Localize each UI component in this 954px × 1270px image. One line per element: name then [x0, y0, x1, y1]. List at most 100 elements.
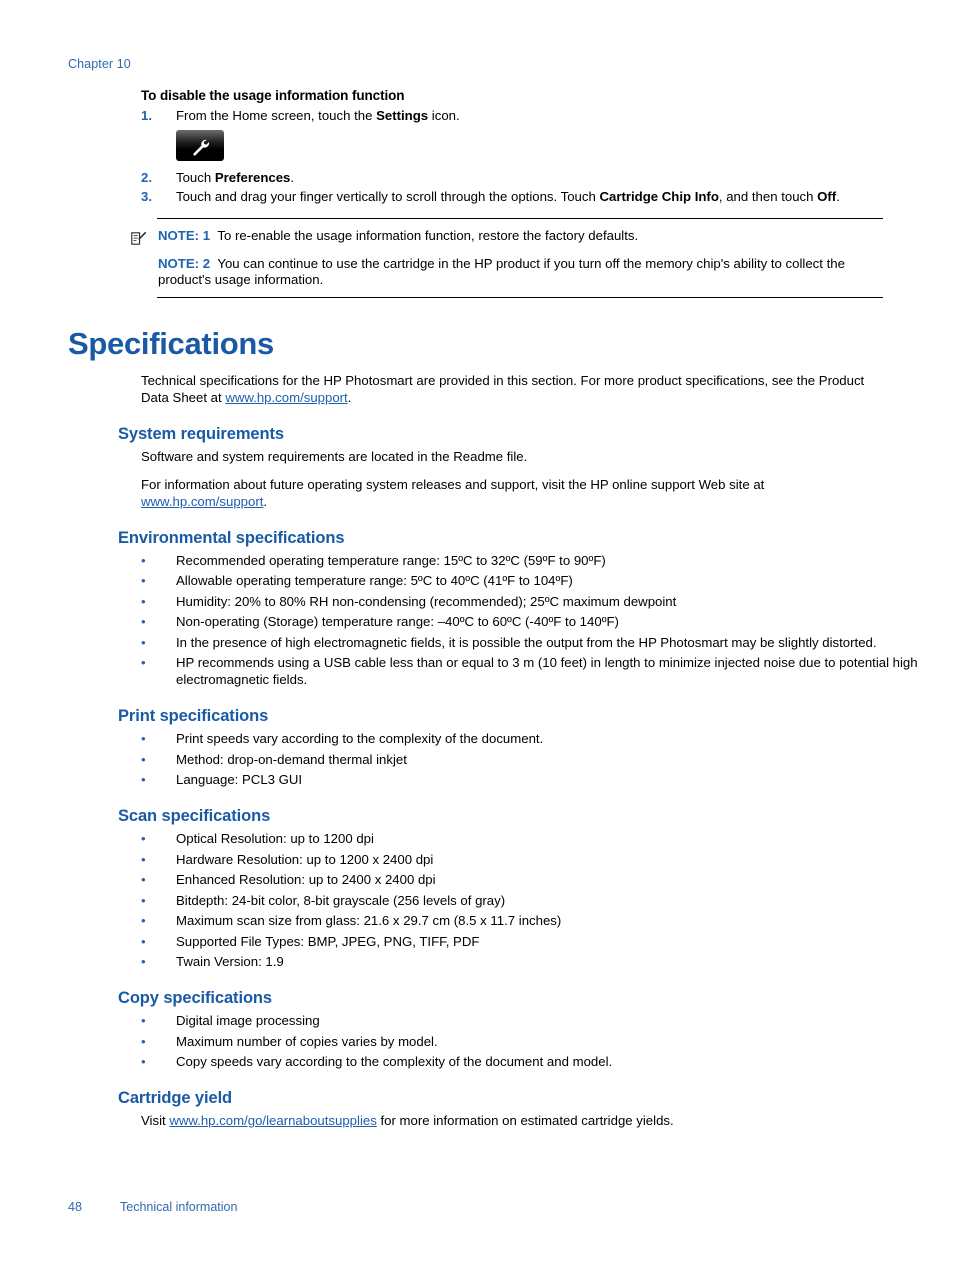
list-item-label: Twain Version: 1.9	[176, 954, 284, 969]
list-item: • Maximum scan size from glass: 21.6 x 29…	[68, 912, 926, 929]
list-item: • Maximum number of copies varies by mode…	[68, 1033, 926, 1050]
bullet-icon: •	[141, 614, 146, 629]
list-item-label: Supported File Types: BMP, JPEG, PNG, TI…	[176, 933, 480, 949]
bullet-icon: •	[141, 954, 146, 969]
step-text-after: icon.	[428, 108, 460, 123]
list-item-label: Maximum number of copies varies by model…	[176, 1033, 438, 1049]
intro-text-after: .	[347, 389, 352, 405]
note-label: NOTE: 1	[158, 228, 211, 243]
list-item-label: Language: PCL3 GUI	[176, 772, 303, 787]
note-line: NOTE: 2 You can continue to use the cart…	[158, 256, 884, 289]
procedure-step: 3. Touch and drag your finger vertically …	[68, 188, 886, 205]
step-text-before: Touch and drag your finger vertically to…	[176, 189, 600, 204]
list-item: • Hardware Resolution: up to 1200 x 2400 …	[68, 851, 926, 868]
bullet-icon: •	[141, 851, 146, 867]
system-requirements-paragraph-1: Software and system requirements are loc…	[141, 448, 528, 464]
bullet-icon: •	[141, 872, 146, 887]
list-item-label: In the presence of high electromagnetic …	[176, 634, 877, 650]
step-text-before: From the Home screen, touch the	[176, 108, 377, 123]
list-item: • Allowable operating temperature range: …	[68, 572, 926, 589]
procedure-step: 2. Touch Preferences.	[68, 169, 886, 186]
bullet-icon: •	[141, 831, 146, 846]
step-text-end: .	[836, 189, 840, 204]
sysreq-text-before: For information about future operating s…	[141, 476, 765, 492]
heading-cartridge-yield: Cartridge yield	[118, 1089, 233, 1107]
list-item: • Twain Version: 1.9	[68, 953, 926, 970]
procedure-step-list: 1. From the Home screen, touch the Settin…	[68, 107, 886, 124]
page-content: To disable the usage information functio…	[68, 88, 918, 1129]
document-page: Chapter 10 To disable the usage informat…	[0, 0, 954, 1270]
section-intro-paragraph: Technical specifications for the HP Phot…	[68, 372, 886, 406]
bullet-icon: •	[141, 933, 146, 949]
learn-about-supplies-link[interactable]: www.hp.com/go/learnaboutsupplies	[169, 1113, 376, 1128]
step-number: 1.	[141, 108, 152, 123]
list-item-label: Enhanced Resolution: up to 2400 x 2400 d…	[176, 872, 436, 887]
list-item: • In the presence of high electromagnetic…	[68, 634, 926, 651]
step-text-after: .	[290, 170, 295, 185]
system-requirements-paragraph-2: For information about future operating s…	[68, 476, 886, 510]
list-item-label: Humidity: 20% to 80% RH non-condensing (…	[176, 593, 677, 609]
list-item-label: Maximum scan size from glass: 21.6 x 29.…	[176, 913, 562, 928]
heading-copy-specifications: Copy specifications	[118, 989, 272, 1007]
bullet-icon: •	[141, 731, 146, 746]
step-text-bold: Cartridge Chip Info	[599, 189, 719, 204]
cartridge-yield-paragraph: Visit www.hp.com/go/learnaboutsupplies f…	[68, 1112, 886, 1129]
list-item: • Non-operating (Storage) temperature ran…	[68, 613, 926, 630]
list-item: • Digital image processing	[68, 1012, 926, 1029]
sysreq-text-after: .	[263, 493, 268, 509]
list-item-label: Recommended operating temperature range:…	[176, 552, 606, 568]
note-body: NOTE: 1 To re-enable the usage informati…	[131, 219, 884, 297]
step-text-bold-2: Off	[817, 189, 837, 204]
bullet-icon: •	[141, 655, 146, 670]
list-item: • Humidity: 20% to 80% RH non-condensing …	[68, 593, 926, 610]
settings-tile	[176, 130, 224, 161]
page-title: Specifications	[68, 325, 274, 361]
bullet-icon: •	[141, 1013, 146, 1028]
step-text-after: , and then touch	[718, 189, 818, 204]
page-footer: 48 Technical information	[68, 1200, 237, 1214]
cartridge-text-before: Visit	[141, 1113, 170, 1128]
list-item: • HP recommends using a USB cable less th…	[68, 654, 926, 688]
list-item-label: Allowable operating temperature range: 5…	[176, 573, 573, 588]
list-item-label: Copy speeds vary according to the comple…	[176, 1054, 613, 1069]
bullet-icon: •	[141, 892, 146, 908]
note-rule-bottom	[157, 296, 883, 298]
bullet-icon: •	[141, 1033, 146, 1049]
scan-specifications-list: • Optical Resolution: up to 1200 dpi • Har…	[68, 830, 886, 970]
list-item-label: Hardware Resolution: up to 1200 x 2400 d…	[176, 851, 434, 867]
procedure-step: 1. From the Home screen, touch the Settin…	[68, 107, 886, 124]
list-item: • Supported File Types: BMP, JPEG, PNG, T…	[68, 933, 926, 950]
list-item: • Recommended operating temperature range…	[68, 552, 926, 569]
step-text-before: Touch	[176, 170, 215, 185]
list-item-label: Optical Resolution: up to 1200 dpi	[176, 831, 374, 846]
step-number: 3.	[141, 189, 152, 204]
note-label: NOTE: 2	[158, 255, 211, 271]
list-item: • Method: drop-on-demand thermal inkjet	[68, 751, 926, 768]
print-specifications-list: • Print speeds vary according to the comp…	[68, 730, 886, 788]
hp-support-link-2[interactable]: www.hp.com/support	[141, 494, 263, 509]
bullet-icon: •	[141, 552, 146, 568]
heading-environmental-specifications: Environmental specifications	[118, 528, 345, 547]
heading-system-requirements: System requirements	[118, 424, 284, 443]
settings-icon-figure	[68, 130, 886, 161]
wrench-icon	[193, 139, 210, 156]
environmental-list: • Recommended operating temperature range…	[68, 552, 918, 689]
list-item: • Language: PCL3 GUI	[68, 771, 926, 788]
footer-section-label: Technical information	[120, 1200, 238, 1214]
cartridge-text-after: for more information on estimated cartri…	[376, 1113, 674, 1128]
list-item: • Optical Resolution: up to 1200 dpi	[68, 830, 926, 847]
hp-support-link[interactable]: www.hp.com/support	[225, 390, 347, 405]
list-item-label: HP recommends using a USB cable less tha…	[176, 655, 918, 687]
list-item-label: Print speeds vary according to the compl…	[176, 731, 544, 746]
note-text: To re-enable the usage information funct…	[217, 228, 639, 243]
bullet-icon: •	[141, 593, 146, 609]
bullet-icon: •	[141, 573, 146, 588]
list-item-label: Bitdepth: 24-bit color, 8-bit grayscale …	[176, 892, 506, 908]
bullet-icon: •	[141, 751, 146, 767]
list-item-label: Method: drop-on-demand thermal inkjet	[176, 751, 407, 767]
heading-print-specifications: Print specifications	[118, 707, 269, 725]
list-item: • Copy speeds vary according to the compl…	[68, 1053, 926, 1070]
note-line: NOTE: 1 To re-enable the usage informati…	[158, 228, 884, 245]
bullet-icon: •	[141, 634, 146, 650]
bullet-icon: •	[141, 772, 146, 787]
